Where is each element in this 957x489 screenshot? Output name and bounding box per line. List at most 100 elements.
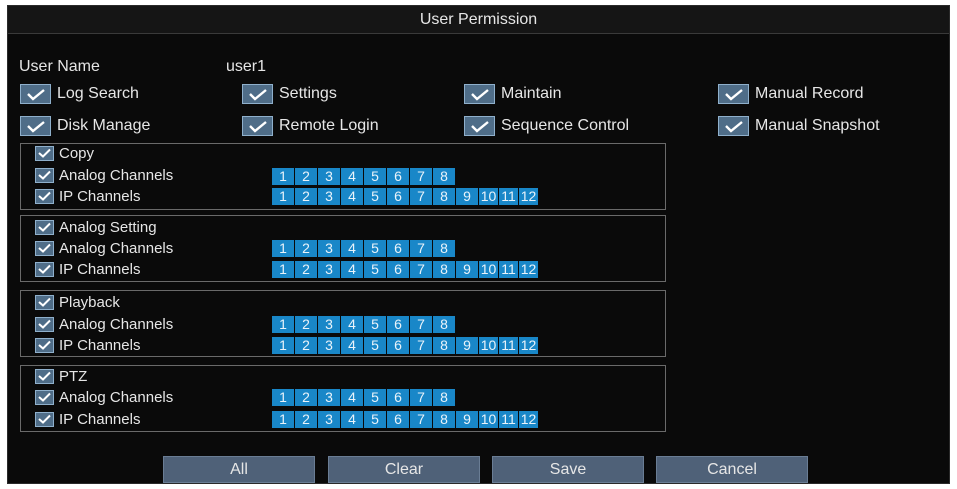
channel-button-analog-1[interactable]: 1: [272, 316, 295, 333]
checkbox-checked-icon[interactable]: [20, 116, 51, 136]
group-copy-header[interactable]: Copy: [35, 144, 94, 162]
checkbox-checked-icon[interactable]: [242, 116, 273, 136]
channel-button-analog-8[interactable]: 8: [433, 168, 456, 185]
channel-button-analog-4[interactable]: 4: [341, 389, 364, 406]
channel-button-ip-10[interactable]: 10: [479, 411, 499, 428]
channel-button-ip-10[interactable]: 10: [479, 337, 499, 354]
group-playback-header[interactable]: Playback: [35, 293, 120, 311]
channel-button-analog-1[interactable]: 1: [272, 389, 295, 406]
channel-button-ip-12[interactable]: 12: [519, 261, 539, 278]
checkbox-checked-icon[interactable]: [35, 167, 54, 183]
channel-button-ip-11[interactable]: 11: [499, 188, 519, 205]
channel-button-ip-6[interactable]: 6: [387, 411, 410, 428]
channel-button-analog-7[interactable]: 7: [410, 168, 433, 185]
channel-button-analog-3[interactable]: 3: [318, 240, 341, 257]
channel-button-analog-5[interactable]: 5: [364, 389, 387, 406]
checkbox-checked-icon[interactable]: [464, 116, 495, 136]
channel-button-analog-4[interactable]: 4: [341, 168, 364, 185]
channel-button-analog-8[interactable]: 8: [433, 389, 456, 406]
channel-button-ip-3[interactable]: 3: [318, 261, 341, 278]
channel-button-ip-3[interactable]: 3: [318, 411, 341, 428]
channel-button-analog-2[interactable]: 2: [295, 240, 318, 257]
channel-button-analog-6[interactable]: 6: [387, 316, 410, 333]
channel-button-ip-11[interactable]: 11: [499, 337, 519, 354]
channel-button-ip-12[interactable]: 12: [519, 411, 539, 428]
channel-button-analog-2[interactable]: 2: [295, 389, 318, 406]
channel-button-ip-6[interactable]: 6: [387, 188, 410, 205]
channel-button-analog-6[interactable]: 6: [387, 168, 410, 185]
channel-button-ip-9[interactable]: 9: [456, 337, 479, 354]
channel-button-analog-5[interactable]: 5: [364, 316, 387, 333]
channel-button-ip-8[interactable]: 8: [433, 188, 456, 205]
channel-button-ip-9[interactable]: 9: [456, 188, 479, 205]
channel-button-ip-2[interactable]: 2: [295, 411, 318, 428]
channel-button-analog-5[interactable]: 5: [364, 240, 387, 257]
channel-button-ip-4[interactable]: 4: [341, 261, 364, 278]
channel-button-analog-2[interactable]: 2: [295, 316, 318, 333]
perm-manual-record[interactable]: Manual Record: [718, 83, 864, 105]
channel-button-ip-3[interactable]: 3: [318, 337, 341, 354]
channel-button-analog-3[interactable]: 3: [318, 316, 341, 333]
group-analog-setting-analog-row[interactable]: Analog Channels: [35, 239, 173, 257]
perm-manual-snapshot[interactable]: Manual Snapshot: [718, 115, 880, 137]
channel-button-analog-5[interactable]: 5: [364, 168, 387, 185]
channel-button-analog-3[interactable]: 3: [318, 389, 341, 406]
channel-button-ip-11[interactable]: 11: [499, 411, 519, 428]
channel-button-analog-6[interactable]: 6: [387, 389, 410, 406]
channel-button-ip-8[interactable]: 8: [433, 411, 456, 428]
checkbox-checked-icon[interactable]: [35, 294, 54, 310]
channel-button-ip-3[interactable]: 3: [318, 188, 341, 205]
checkbox-checked-icon[interactable]: [20, 84, 51, 104]
group-ptz-analog-row[interactable]: Analog Channels: [35, 388, 173, 406]
channel-button-analog-4[interactable]: 4: [341, 316, 364, 333]
channel-button-ip-7[interactable]: 7: [410, 261, 433, 278]
channel-button-ip-1[interactable]: 1: [272, 411, 295, 428]
channel-button-ip-5[interactable]: 5: [364, 411, 387, 428]
checkbox-checked-icon[interactable]: [35, 145, 54, 161]
channel-button-ip-7[interactable]: 7: [410, 188, 433, 205]
group-analog-setting-ip-row[interactable]: IP Channels: [35, 260, 140, 278]
channel-button-analog-7[interactable]: 7: [410, 316, 433, 333]
channel-button-analog-4[interactable]: 4: [341, 240, 364, 257]
checkbox-checked-icon[interactable]: [35, 389, 54, 405]
channel-button-ip-2[interactable]: 2: [295, 337, 318, 354]
channel-button-analog-3[interactable]: 3: [318, 168, 341, 185]
channel-button-analog-8[interactable]: 8: [433, 240, 456, 257]
save-button[interactable]: Save: [492, 456, 644, 483]
clear-button[interactable]: Clear: [328, 456, 480, 483]
checkbox-checked-icon[interactable]: [35, 316, 54, 332]
checkbox-checked-icon[interactable]: [35, 219, 54, 235]
channel-button-ip-12[interactable]: 12: [519, 337, 539, 354]
checkbox-checked-icon[interactable]: [35, 261, 54, 277]
channel-button-ip-5[interactable]: 5: [364, 188, 387, 205]
group-copy-analog-row[interactable]: Analog Channels: [35, 166, 173, 184]
channel-button-ip-2[interactable]: 2: [295, 188, 318, 205]
channel-button-ip-6[interactable]: 6: [387, 261, 410, 278]
channel-button-ip-4[interactable]: 4: [341, 337, 364, 354]
channel-button-ip-2[interactable]: 2: [295, 261, 318, 278]
checkbox-checked-icon[interactable]: [35, 368, 54, 384]
checkbox-checked-icon[interactable]: [35, 240, 54, 256]
checkbox-checked-icon[interactable]: [35, 411, 54, 427]
group-analog-setting-header[interactable]: Analog Setting: [35, 218, 157, 236]
channel-button-analog-8[interactable]: 8: [433, 316, 456, 333]
group-copy-ip-row[interactable]: IP Channels: [35, 187, 140, 205]
checkbox-checked-icon[interactable]: [718, 116, 749, 136]
channel-button-ip-1[interactable]: 1: [272, 337, 295, 354]
channel-button-analog-1[interactable]: 1: [272, 168, 295, 185]
channel-button-ip-5[interactable]: 5: [364, 337, 387, 354]
checkbox-checked-icon[interactable]: [35, 337, 54, 353]
checkbox-checked-icon[interactable]: [242, 84, 273, 104]
channel-button-analog-1[interactable]: 1: [272, 240, 295, 257]
channel-button-ip-4[interactable]: 4: [341, 411, 364, 428]
group-ptz-header[interactable]: PTZ: [35, 367, 87, 385]
channel-button-ip-1[interactable]: 1: [272, 188, 295, 205]
channel-button-ip-12[interactable]: 12: [519, 188, 539, 205]
channel-button-ip-9[interactable]: 9: [456, 411, 479, 428]
group-playback-ip-row[interactable]: IP Channels: [35, 336, 140, 354]
checkbox-checked-icon[interactable]: [464, 84, 495, 104]
channel-button-analog-2[interactable]: 2: [295, 168, 318, 185]
channel-button-ip-7[interactable]: 7: [410, 337, 433, 354]
channel-button-analog-6[interactable]: 6: [387, 240, 410, 257]
channel-button-ip-6[interactable]: 6: [387, 337, 410, 354]
